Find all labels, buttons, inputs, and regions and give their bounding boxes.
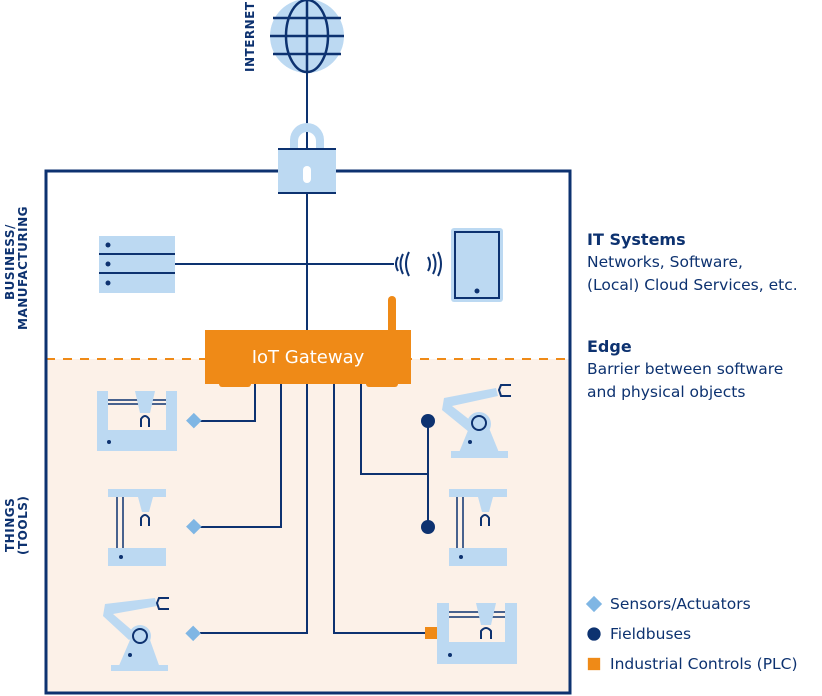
things-label-line2: (TOOLS) xyxy=(16,496,30,555)
business-label-line2: MANUFACTURING xyxy=(16,206,30,330)
business-label-line1: BUSINESS/ xyxy=(3,224,17,300)
it-systems-info: IT Systems Networks, Software, (Local) C… xyxy=(587,229,798,297)
things-label-line1: THINGS xyxy=(3,498,17,552)
edge-desc-1: Barrier between software xyxy=(587,360,784,378)
square-icon xyxy=(587,657,601,671)
gateway-label: IoT Gateway xyxy=(252,347,365,368)
fieldbus-marker xyxy=(421,414,435,428)
edge-title: Edge xyxy=(587,337,632,356)
diamond-icon xyxy=(585,595,603,613)
circle-icon xyxy=(587,627,601,641)
legend-label: Industrial Controls (PLC) xyxy=(610,655,798,673)
legend-item-plc: Industrial Controls (PLC) xyxy=(587,655,798,673)
plc-marker xyxy=(425,627,437,639)
legend-label: Sensors/Actuators xyxy=(610,595,751,613)
globe-icon xyxy=(270,0,344,74)
it-systems-desc-1: Networks, Software, xyxy=(587,253,743,271)
legend-item-fieldbuses: Fieldbuses xyxy=(587,625,691,643)
server-icon xyxy=(99,236,175,293)
wireless-icon xyxy=(395,251,442,277)
edge-info: Edge Barrier between software and physic… xyxy=(587,336,783,404)
it-systems-title: IT Systems xyxy=(587,230,686,249)
tablet-icon xyxy=(451,228,503,302)
it-systems-desc-2: (Local) Cloud Services, etc. xyxy=(587,276,798,294)
edge-desc-2: and physical objects xyxy=(587,383,746,401)
legend-item-sensors: Sensors/Actuators xyxy=(585,595,751,613)
fieldbus-marker xyxy=(421,520,435,534)
internet-label: INTERNET xyxy=(243,1,257,72)
legend-label: Fieldbuses xyxy=(610,625,692,643)
